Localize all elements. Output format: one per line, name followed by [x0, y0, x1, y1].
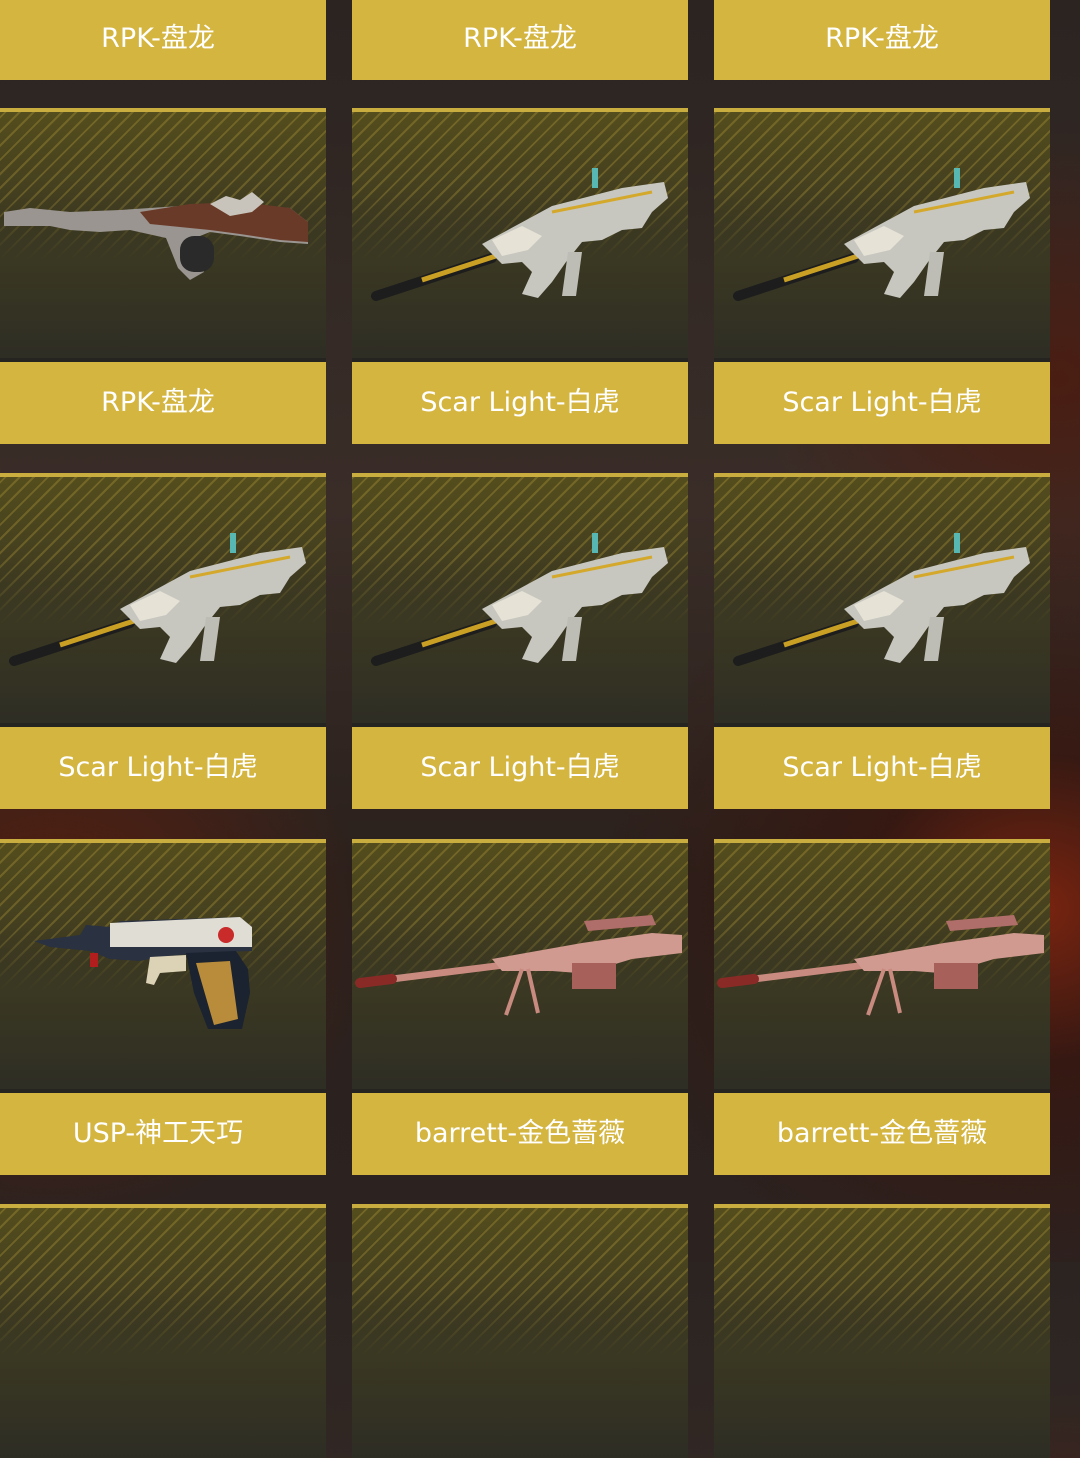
scar-light-tiger-icon: [371, 168, 668, 301]
weapon-grid: RPK-盘龙 RPK-盘龙 RPK-盘龙 RPK-盘龙 Scar Light-白…: [0, 0, 1080, 1458]
weapon-card-label: USP-神工天巧: [0, 1093, 326, 1175]
weapon-card-image: [714, 473, 1050, 727]
weapon-card-image: [352, 1204, 688, 1458]
barrett-rose-icon: [355, 915, 682, 1016]
scar-light-tiger-icon: [733, 533, 1030, 666]
weapon-card-label: RPK-盘龙: [714, 0, 1050, 80]
usp-pistol-icon: [34, 917, 252, 1029]
weapon-card-image: [0, 473, 326, 727]
weapon-card-image: [0, 839, 326, 1093]
barrett-rose-icon: [717, 915, 1044, 1016]
weapon-card-label: Scar Light-白虎: [352, 362, 688, 444]
weapon-card-image: [0, 1204, 326, 1458]
weapon-card-label: barrett-金色蔷薇: [352, 1093, 688, 1175]
weapon-card-image: [0, 108, 326, 362]
weapon-card-image: [714, 1204, 1050, 1458]
weapon-card-label: barrett-金色蔷薇: [714, 1093, 1050, 1175]
weapon-card-label: Scar Light-白虎: [0, 727, 326, 809]
weapon-card-image: [714, 839, 1050, 1093]
weapon-card-label: Scar Light-白虎: [714, 362, 1050, 444]
weapon-card-image: [352, 108, 688, 362]
rpk-dragon-icon: [4, 192, 308, 280]
weapon-card-label: Scar Light-白虎: [714, 727, 1050, 809]
weapon-card-image: [714, 108, 1050, 362]
weapon-card-label: RPK-盘龙: [352, 0, 688, 80]
weapon-card-label: RPK-盘龙: [0, 0, 326, 80]
weapon-card-image: [352, 839, 688, 1093]
scar-light-tiger-icon: [733, 168, 1030, 301]
weapon-card-image: [352, 473, 688, 727]
scar-light-tiger-icon: [371, 533, 668, 666]
scar-light-tiger-icon: [9, 533, 306, 666]
weapon-card-label: Scar Light-白虎: [352, 727, 688, 809]
weapon-card-label: RPK-盘龙: [0, 362, 326, 444]
